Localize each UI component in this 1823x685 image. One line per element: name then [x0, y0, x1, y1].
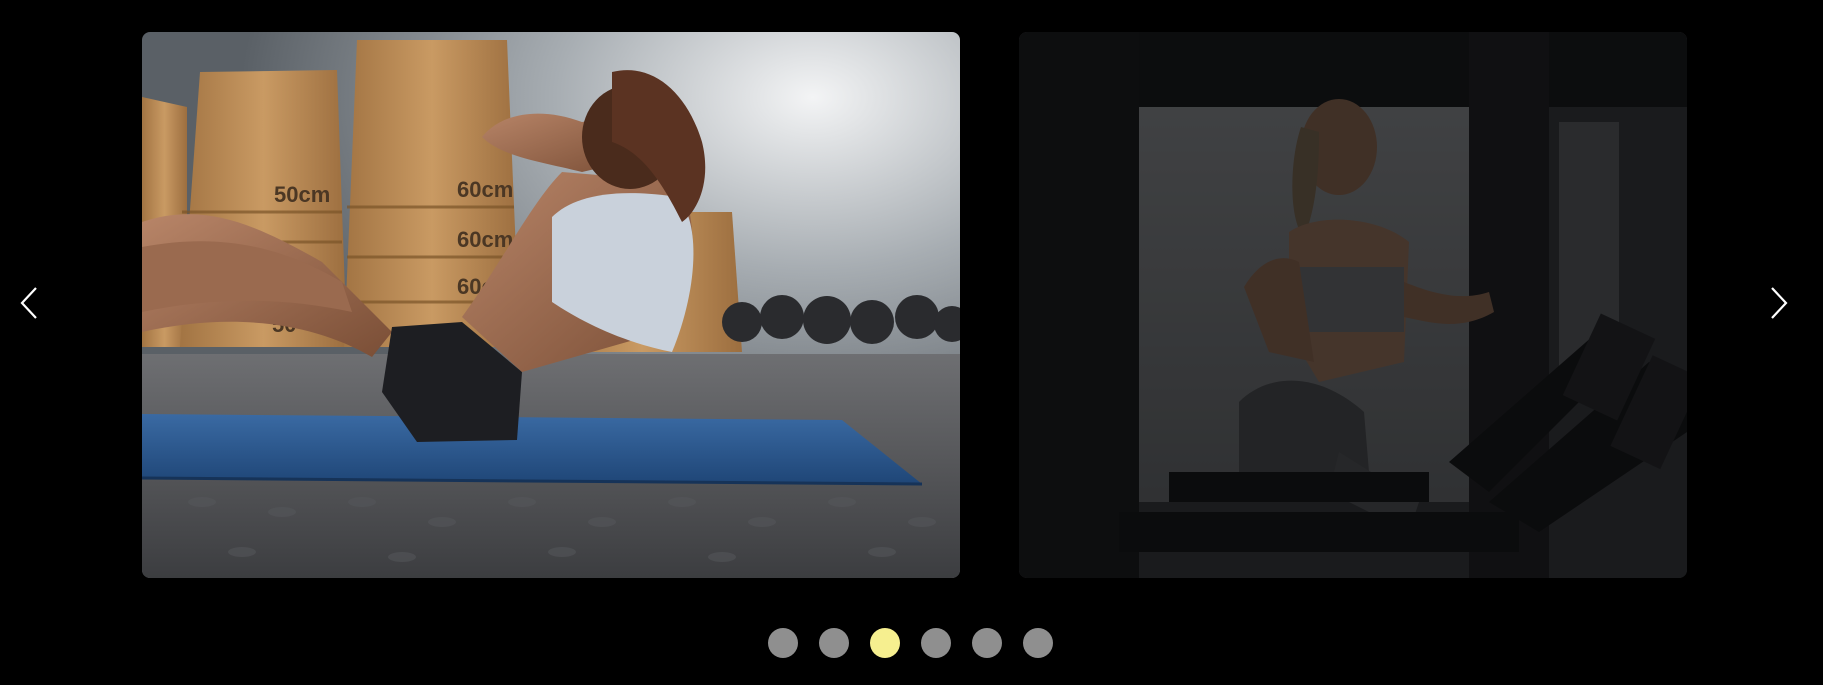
- pagination-dot-2[interactable]: [819, 628, 849, 658]
- chevron-left-icon: [20, 287, 37, 319]
- situps-photo: 50cm 60cm 60cm 60cm 50: [142, 32, 960, 578]
- pagination-dot-6[interactable]: [1023, 628, 1053, 658]
- pagination-dot-3[interactable]: [870, 628, 900, 658]
- image-carousel: 50cm 60cm 60cm 60cm 50: [0, 0, 1823, 685]
- box-label: 50cm: [274, 182, 330, 207]
- box-label: 60cm: [457, 177, 513, 202]
- next-slide-button[interactable]: [1766, 285, 1792, 321]
- pagination-dot-4[interactable]: [921, 628, 951, 658]
- pagination-dot-5[interactable]: [972, 628, 1002, 658]
- prev-slide-button[interactable]: [16, 285, 42, 321]
- chevron-right-icon: [1771, 287, 1788, 319]
- slide-treadmill[interactable]: [1019, 32, 1687, 578]
- slide-situps[interactable]: 50cm 60cm 60cm 60cm 50: [142, 32, 960, 578]
- inactive-slide-overlay: [1019, 32, 1687, 578]
- carousel-pagination: [768, 628, 1053, 658]
- box-label: 60cm: [457, 227, 513, 252]
- pagination-dot-1[interactable]: [768, 628, 798, 658]
